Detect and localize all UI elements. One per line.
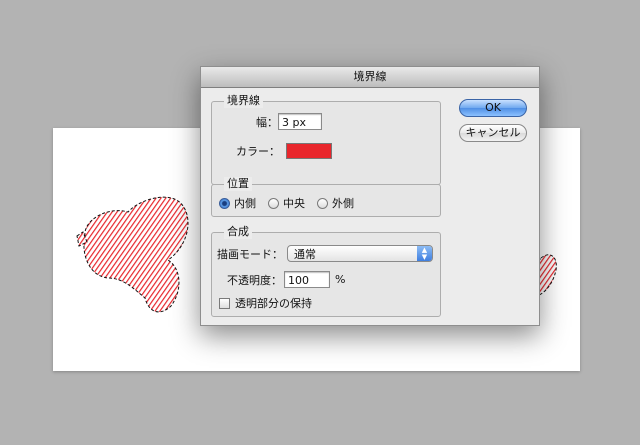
opacity-field[interactable]: 100 <box>284 271 330 288</box>
cancel-button[interactable]: キャンセル <box>459 124 527 142</box>
location-group-label: 位置 <box>224 177 252 191</box>
radio-inside-label[interactable]: 内側 <box>234 195 256 211</box>
radio-outside[interactable] <box>317 197 328 209</box>
up-down-arrows-icon: ▲ ▼ <box>417 246 432 261</box>
stroke-group-label: 境界線 <box>224 94 263 108</box>
location-group: 位置 内側 中央 外側 <box>211 177 441 217</box>
mode-label: 描画モード： <box>217 247 283 261</box>
preserve-transparency-label[interactable]: 透明部分の保持 <box>235 295 312 311</box>
width-label: 幅： <box>256 115 278 129</box>
color-swatch[interactable] <box>286 143 332 159</box>
radio-center[interactable] <box>268 197 279 209</box>
mode-select[interactable]: 通常 ▲ ▼ <box>287 245 433 262</box>
width-field[interactable]: 3 px <box>278 113 322 130</box>
dialog-title: 境界線 <box>201 67 539 88</box>
preserve-transparency-checkbox[interactable] <box>219 297 230 309</box>
mode-select-value: 通常 <box>294 248 316 261</box>
radio-inside[interactable] <box>219 197 230 209</box>
blending-group-label: 合成 <box>224 225 252 239</box>
ok-button[interactable]: OK <box>459 99 527 117</box>
stroke-group: 境界線 幅： 3 px カラー： <box>211 94 441 185</box>
stroke-dialog: 境界線 境界線 幅： 3 px カラー： 位置 内側 中央 外側 合成 描画モー… <box>200 66 540 326</box>
blending-group: 合成 描画モード： 通常 ▲ ▼ 不透明度： 100 % 透明部分の保持 <box>211 225 441 317</box>
color-label: カラー： <box>236 145 280 158</box>
opacity-unit: % <box>335 273 346 286</box>
red-scribble-shape-left <box>83 196 189 313</box>
radio-center-label[interactable]: 中央 <box>283 195 305 211</box>
radio-outside-label[interactable]: 外側 <box>332 195 354 211</box>
opacity-label: 不透明度： <box>227 273 282 287</box>
